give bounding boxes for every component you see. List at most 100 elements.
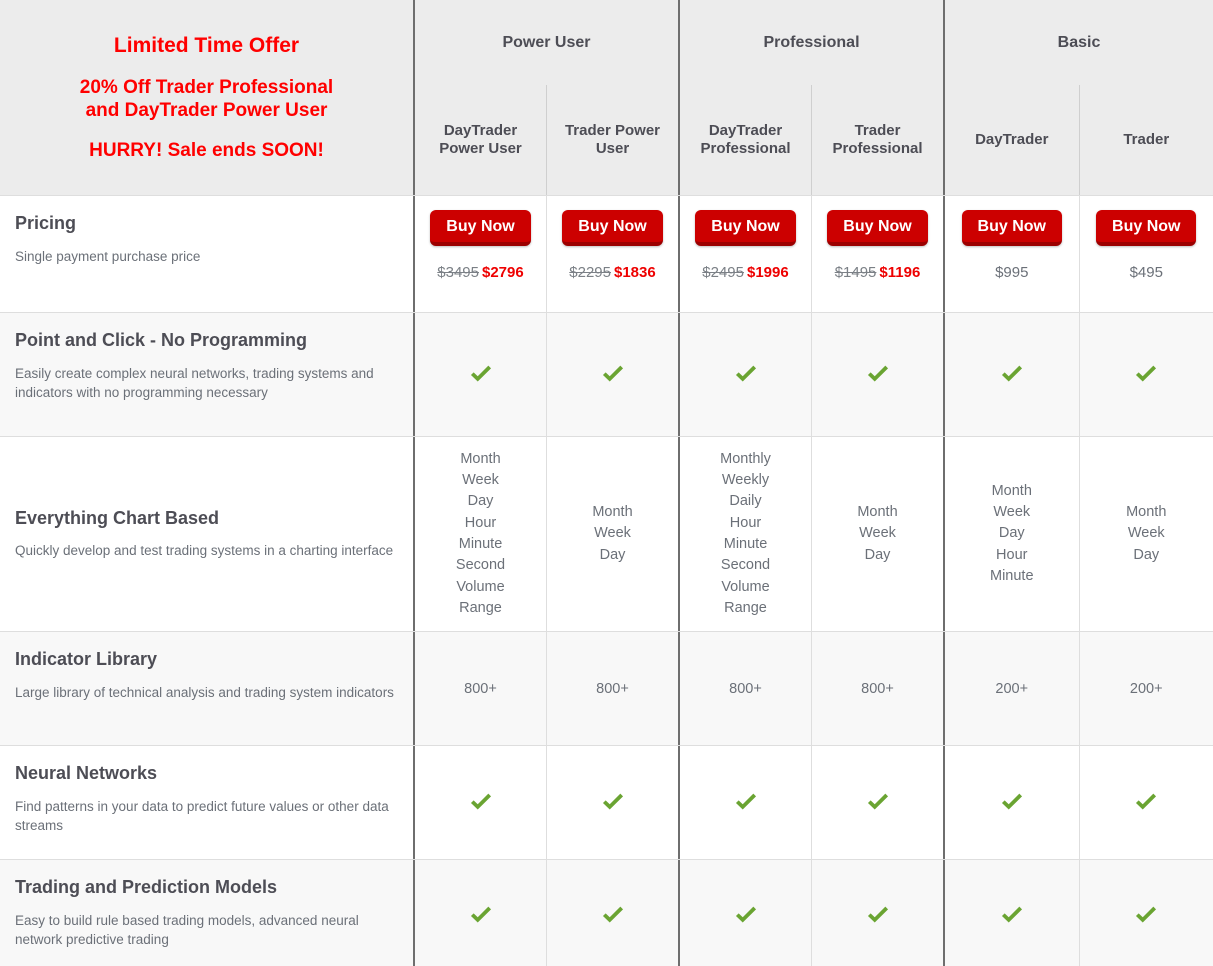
timeframe-item: Week (594, 525, 631, 542)
cellgroup-professional: 800+ 800+ (680, 632, 945, 745)
timeframe-item: Month (991, 482, 1032, 499)
cellgroup-basic: Month Week Day Hour Minute Month Week Day (945, 437, 1213, 631)
feature-cell-pricing: Pricing Single payment purchase price (0, 196, 415, 312)
feature-cell-trader-professional: 800+ (811, 632, 943, 745)
price-cell-daytrader: Buy Now $995 (945, 196, 1079, 312)
promo-headline: Limited Time Offer (113, 33, 300, 57)
feature-cell-indicator-library: Indicator Library Large library of techn… (0, 632, 415, 745)
feature-cell-daytrader: Month Week Day Hour Minute (945, 437, 1079, 631)
feature-cell-daytrader-professional (680, 746, 811, 859)
checkmark-icon (470, 365, 491, 382)
feature-cell-trader-professional (811, 746, 943, 859)
price-cell-trader-power-user: Buy Now $2295 $1836 (546, 196, 678, 312)
feature-cell-trader-professional (811, 313, 943, 436)
column-header-groups: Power User DayTrader Power User Trader P… (415, 0, 1213, 195)
group-subcolumns-power-user: DayTrader Power User Trader Power User (415, 85, 678, 195)
feature-cell-trader-power-user (546, 860, 678, 966)
feature-title: Pricing (15, 213, 77, 233)
feature-cell-trading-and-prediction-models: Trading and Prediction Models Easy to bu… (0, 860, 415, 966)
feature-cell-trader-power-user: 800+ (546, 632, 678, 745)
column-header-trader-power-user: Trader Power User (546, 85, 678, 195)
checkmark-icon (867, 793, 888, 810)
pricing-comparison-table: Limited Time Offer 20% Off Trader Profes… (0, 0, 1213, 966)
timeframe-item: Range (724, 599, 767, 616)
group-power-user: Power User DayTrader Power User Trader P… (415, 0, 680, 195)
checkmark-icon (735, 906, 756, 923)
timeframe-item: Week (1127, 525, 1165, 542)
price-cell-daytrader-professional: Buy Now $2495 $1996 (680, 196, 811, 312)
price-value: $995 (995, 264, 1029, 281)
feature-cell-trader-power-user: Month Week Day (546, 437, 678, 631)
feature-title: Indicator Library (15, 649, 158, 669)
cellgroup-basic (945, 313, 1213, 436)
timeframe-list: Monthly Weekly Daily Hour Minute Second Volume… (720, 449, 771, 620)
original-price: $2495 (702, 264, 744, 281)
buy-now-button-trader-power-user[interactable]: Buy Now (562, 210, 663, 246)
timeframe-item: Minute (458, 536, 503, 552)
timeframe-item: Day (467, 493, 494, 510)
feature-description: Single payment purchase price (15, 248, 201, 264)
feature-cell-trader (1078, 313, 1213, 436)
timeframe-list: Month Week Day Hour Minute (990, 481, 1034, 588)
timeframe-item: Month (460, 450, 501, 467)
timeframe-item: Month (592, 504, 633, 521)
feature-cell-trader-professional (811, 860, 943, 966)
price-cell-trader: Buy Now $495 (1078, 196, 1213, 312)
buy-now-button-daytrader-professional[interactable]: Buy Now (695, 210, 796, 246)
column-header-daytrader: DayTrader (975, 131, 1049, 148)
table-row: Pricing Single payment purchase price Bu… (0, 195, 1213, 312)
cellgroup-power-user (415, 746, 680, 859)
indicator-count: 800+ (464, 680, 497, 697)
column-header-daytrader-professional: DayTrader Professional (700, 122, 791, 157)
feature-description: Find patterns in your data to predict fu… (15, 798, 389, 834)
feature-cell-daytrader-professional: Monthly Weekly Daily Hour Minute Second Volume… (680, 437, 811, 631)
timeframe-item: Week (993, 504, 1031, 521)
cellgroup-power-user: Month Week Day Hour Minute Second Volume Range … (415, 437, 680, 631)
column-header-trader-professional: Trader Professional (811, 85, 943, 195)
cellgroup-professional (680, 860, 945, 966)
cellgroup-professional: Buy Now $2495 $1996 Buy Now $1495 $1196 (680, 196, 945, 312)
timeframe-item: Monthly (720, 450, 771, 467)
timeframe-list: Month Week Day Hour Minute Second Volume Range (456, 449, 505, 620)
cellgroup-power-user: Buy Now $3495 $2796 Buy Now $2295 $1836 (415, 196, 680, 312)
buy-now-button-daytrader-power-user[interactable]: Buy Now (430, 210, 531, 246)
group-subcolumns-basic: DayTrader Trader (945, 85, 1213, 195)
checkmark-icon (470, 793, 491, 810)
timeframe-item: Hour (464, 514, 497, 531)
price-line: $2295 $1836 (569, 264, 655, 281)
table-row: Neural Networks Find patterns in your da… (0, 745, 1213, 859)
timeframe-item: Minute (989, 567, 1034, 584)
checkmark-icon (1136, 793, 1157, 810)
feature-cell-trader-professional: Month Week Day (811, 437, 943, 631)
original-price: $3495 (437, 264, 479, 281)
price-cell-trader-professional: Buy Now $1495 $1196 (811, 196, 943, 312)
cellgroup-power-user (415, 313, 680, 436)
feature-title: Everything Chart Based (15, 507, 220, 528)
cellgroup-basic (945, 746, 1213, 859)
feature-cell-trader: Month Week Day (1078, 437, 1213, 631)
column-header-trader: Trader (1078, 85, 1213, 195)
table-body: Pricing Single payment purchase price Bu… (0, 195, 1213, 966)
group-title-professional: Professional (763, 33, 860, 51)
sale-price: $2796 (482, 264, 524, 281)
feature-cell-daytrader (945, 860, 1079, 966)
timeframe-item: Volume (456, 578, 505, 595)
timeframe-item: Daily (729, 493, 762, 510)
feature-title: Point and Click - No Programming (15, 330, 308, 350)
timeframe-item: Month (1126, 504, 1167, 521)
row-cells-neural-networks (415, 746, 1213, 859)
checkmark-icon (602, 365, 623, 382)
timeframe-item: Volume (721, 578, 770, 595)
cellgroup-basic: 200+ 200+ (945, 632, 1213, 745)
buy-now-button-daytrader[interactable]: Buy Now (961, 210, 1062, 246)
timeframe-item: Second (720, 557, 771, 574)
feature-cell-daytrader-power-user (415, 746, 546, 859)
price-line: $1495 $1196 (835, 264, 921, 281)
feature-cell-daytrader-power-user: 800+ (415, 632, 546, 745)
buy-now-button-trader-professional[interactable]: Buy Now (827, 210, 928, 246)
cellgroup-professional (680, 746, 945, 859)
cellgroup-power-user (415, 860, 680, 966)
group-title-basic: Basic (1057, 33, 1101, 51)
column-header-daytrader-power-user: DayTrader Power User (439, 122, 522, 157)
buy-now-button-trader[interactable]: Buy Now (1096, 210, 1197, 246)
